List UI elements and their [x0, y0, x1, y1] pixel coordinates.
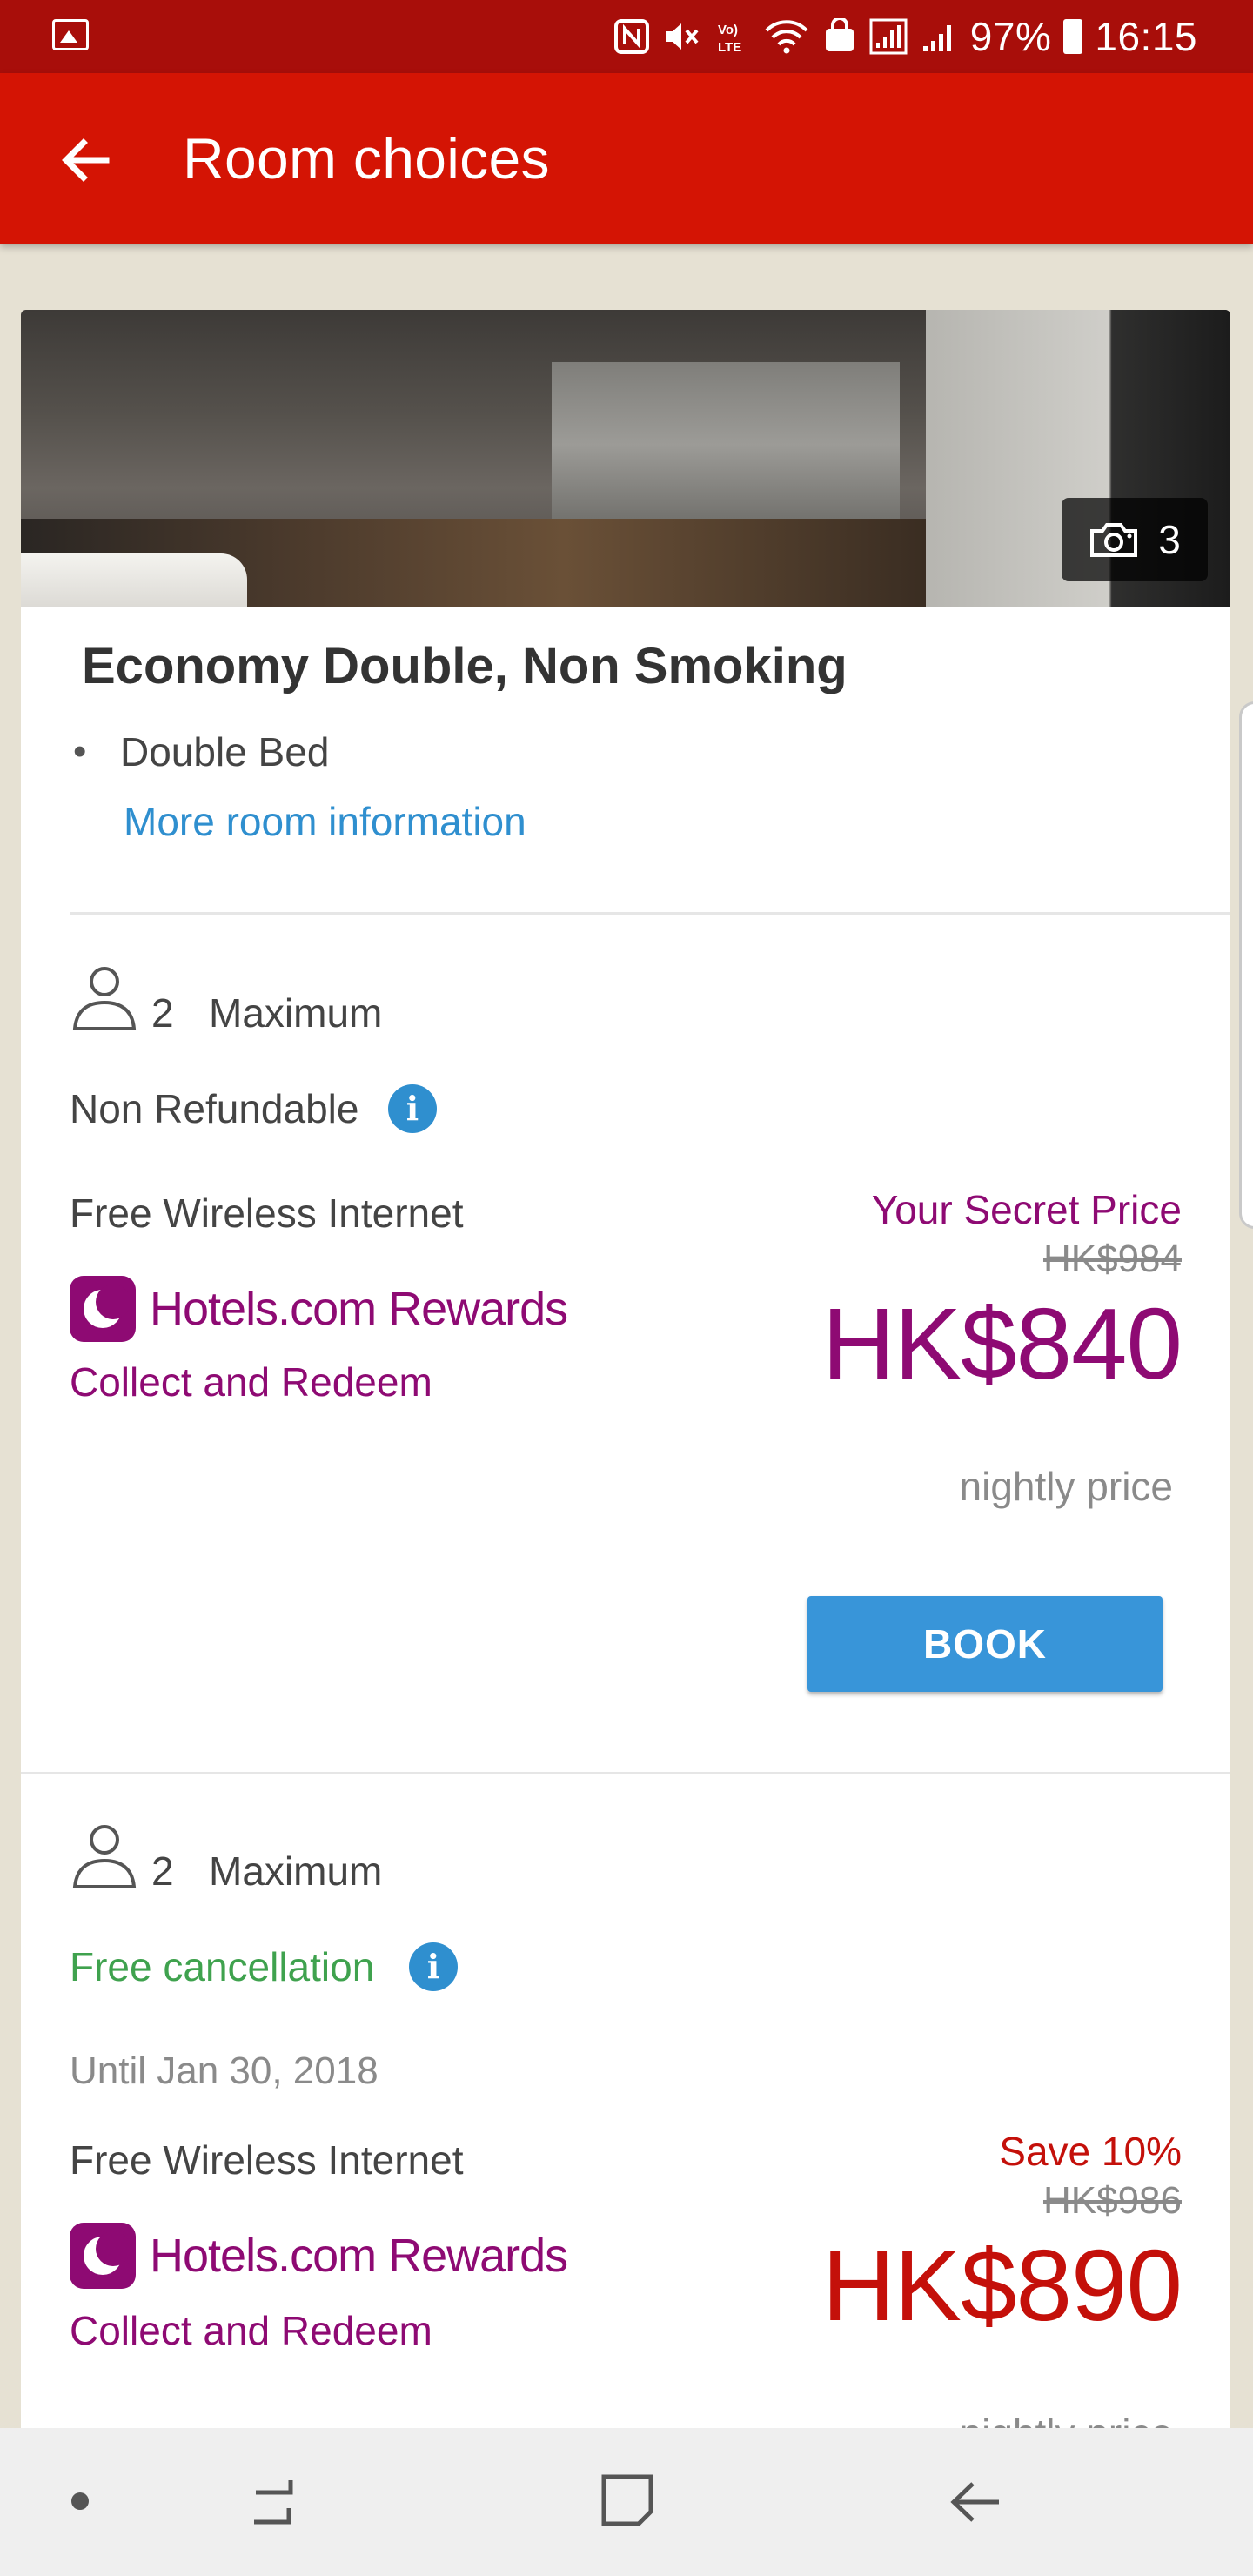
info-icon[interactable]: i: [409, 1942, 458, 1991]
page-title: Room choices: [183, 126, 550, 191]
battery-percent: 97%: [969, 14, 1052, 59]
bullet-dot: •: [73, 730, 87, 773]
room-card: 3 Economy Double, Non Smoking • Double B…: [21, 310, 1230, 2433]
app-bar: Room choices: [0, 73, 1253, 244]
signal-box-icon: [869, 18, 908, 55]
volte-icon: Vo) LTE: [718, 23, 741, 55]
person-icon: [72, 967, 137, 1030]
refund-policy: Non Refundable: [70, 1086, 359, 1131]
save-label: Save 10%: [999, 2129, 1182, 2174]
photo-bed: [21, 553, 247, 607]
book-button[interactable]: BOOK: [807, 1596, 1163, 1692]
room-photo[interactable]: 3: [21, 310, 1230, 607]
person-icon: [72, 1825, 137, 1888]
bed-type: Double Bed: [120, 729, 330, 775]
rewards-collect: Collect and Redeem: [70, 2308, 432, 2353]
back-icon[interactable]: [948, 2473, 1002, 2531]
photo-count-badge[interactable]: 3: [1062, 498, 1208, 581]
price-note: nightly price: [959, 1464, 1173, 1509]
price-block: Your Secret Price HK$984 HK$840: [821, 1184, 1183, 1405]
divider: [21, 1772, 1230, 1774]
mute-icon: [665, 23, 699, 50]
recent-apps-icon[interactable]: [251, 2473, 303, 2531]
svg-text:LTE: LTE: [718, 40, 741, 55]
room-name: Economy Double, Non Smoking: [82, 638, 848, 694]
scroll-handle[interactable]: [1239, 701, 1253, 1229]
occupancy-label: Maximum: [209, 990, 383, 1036]
rewards-logo: Hotels.com Rewards: [70, 2221, 568, 2291]
home-icon[interactable]: [600, 2473, 654, 2527]
battery-icon: [1063, 19, 1083, 54]
amenity-wifi: Free Wireless Internet: [70, 2137, 464, 2183]
amenity-wifi: Free Wireless Internet: [70, 1191, 464, 1236]
divider: [70, 912, 1230, 915]
free-cancellation: Free cancellation: [70, 1944, 375, 1989]
svg-text:Vo): Vo): [718, 23, 738, 37]
price: HK$890: [821, 2229, 1183, 2342]
rewards-brand: Hotels.com Rewards: [150, 1283, 568, 1335]
rewards-moon-icon: [70, 1276, 136, 1342]
clock: 16:15: [1095, 14, 1197, 59]
nfc-icon: [613, 19, 649, 54]
status-icons: Vo) LTE 97% 16:15: [613, 12, 1197, 61]
photo-window: [552, 362, 900, 527]
more-room-info-link[interactable]: More room information: [124, 794, 526, 849]
price-block: Save 10% HK$986 HK$890: [821, 2125, 1183, 2346]
system-nav-bar: [0, 2428, 1253, 2576]
price: HK$840: [821, 1287, 1183, 1400]
signal-icon: [922, 25, 951, 51]
gallery-icon: [52, 19, 89, 50]
original-price: HK$986: [1042, 2179, 1182, 2222]
wifi-icon: [765, 20, 808, 54]
occupancy-label: Maximum: [209, 1848, 383, 1894]
occupancy-number: 2: [151, 1848, 174, 1894]
secret-price-label: Your Secret Price: [871, 1187, 1182, 1232]
info-icon[interactable]: i: [388, 1084, 437, 1133]
sync-icon: [825, 18, 854, 51]
rewards-collect: Collect and Redeem: [70, 1359, 432, 1405]
occupancy-number: 2: [151, 990, 174, 1036]
rewards-brand: Hotels.com Rewards: [150, 2230, 568, 2282]
arrow-left-icon[interactable]: [52, 125, 122, 195]
photo-count: 3: [1158, 517, 1181, 562]
rewards-moon-icon: [70, 2223, 136, 2289]
rewards-logo: Hotels.com Rewards: [70, 1274, 568, 1344]
nav-dot-icon[interactable]: [71, 2492, 89, 2510]
original-price: HK$984: [1042, 1238, 1182, 1280]
status-bar: Vo) LTE 97% 16:15: [0, 0, 1253, 73]
camera-icon: [1090, 523, 1138, 557]
cancellation-deadline: Until Jan 30, 2018: [70, 2049, 379, 2092]
